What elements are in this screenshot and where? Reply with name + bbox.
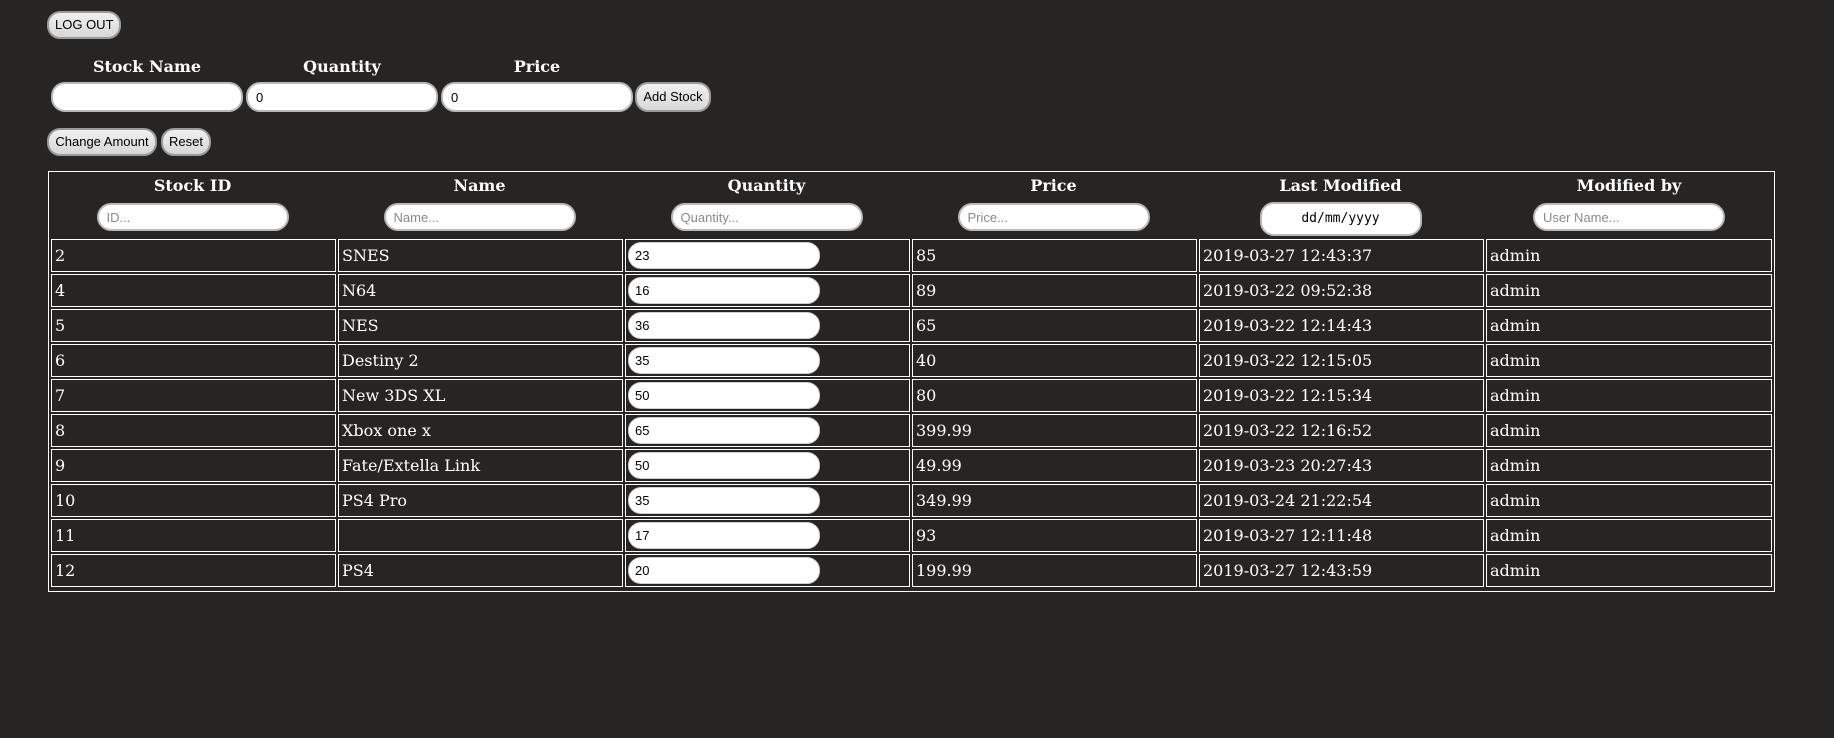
user-filter-input[interactable]: [1533, 203, 1725, 231]
stock-name-label: Stock Name: [92, 57, 202, 76]
column-title: Modified by: [1576, 176, 1682, 195]
modified-by-cell: admin: [1486, 554, 1772, 587]
column-title: Last Modified: [1279, 176, 1402, 195]
logout-button[interactable]: LOG OUT: [47, 11, 121, 39]
column-header-last-modified: Last Modified dd/mm/yyyy: [1197, 172, 1484, 238]
price-cell: 49.99: [912, 449, 1197, 482]
quantity-cell: [625, 239, 910, 272]
quantity-cell: [625, 414, 910, 447]
stock-id-cell: 6: [51, 344, 336, 377]
name-cell: [338, 519, 623, 552]
quantity-input[interactable]: [628, 242, 820, 269]
last-modified-cell: 2019-03-22 12:14:43: [1199, 309, 1484, 342]
quantity-cell: [625, 484, 910, 517]
quantity-input[interactable]: [628, 347, 820, 374]
stock-id-cell: 9: [51, 449, 336, 482]
name-cell: N64: [338, 274, 623, 307]
last-modified-cell: 2019-03-24 21:22:54: [1199, 484, 1484, 517]
modified-by-cell: admin: [1486, 379, 1772, 412]
stock-id-cell: 7: [51, 379, 336, 412]
price-cell: 349.99: [912, 484, 1197, 517]
add-stock-button[interactable]: Add Stock: [635, 82, 711, 112]
column-header-name: Name: [336, 172, 623, 238]
name-filter-input[interactable]: [383, 203, 576, 231]
price-cell: 65: [912, 309, 1197, 342]
column-title: Price: [1030, 176, 1077, 195]
price-cell: 89: [912, 274, 1197, 307]
price-cell: 199.99: [912, 554, 1197, 587]
quantity-cell: [625, 274, 910, 307]
name-cell: New 3DS XL: [338, 379, 623, 412]
name-cell: NES: [338, 309, 623, 342]
modified-by-cell: admin: [1486, 309, 1772, 342]
last-modified-cell: 2019-03-27 12:43:59: [1199, 554, 1484, 587]
stock-id-cell: 5: [51, 309, 336, 342]
last-modified-cell: 2019-03-22 12:16:52: [1199, 414, 1484, 447]
name-cell: Xbox one x: [338, 414, 623, 447]
column-header-modified-by: Modified by: [1484, 172, 1774, 238]
reset-button[interactable]: Reset: [161, 128, 211, 156]
last-modified-cell: 2019-03-22 12:15:05: [1199, 344, 1484, 377]
stock-id-cell: 8: [51, 414, 336, 447]
modified-by-cell: admin: [1486, 414, 1772, 447]
date-filter-input[interactable]: dd/mm/yyyy: [1259, 202, 1422, 236]
quantity-input[interactable]: [628, 417, 820, 444]
column-header-stock-id: Stock ID: [49, 172, 336, 238]
name-cell: PS4: [338, 554, 623, 587]
quantity-cell: [625, 449, 910, 482]
price-cell: 85: [912, 239, 1197, 272]
quantity-input[interactable]: [628, 487, 820, 514]
column-title: Stock ID: [153, 176, 232, 195]
quantity-filter-input[interactable]: [670, 203, 863, 231]
quantity-input[interactable]: [246, 82, 438, 112]
modified-by-cell: admin: [1486, 344, 1772, 377]
name-cell: SNES: [338, 239, 623, 272]
name-cell: PS4 Pro: [338, 484, 623, 517]
name-cell: Destiny 2: [338, 344, 623, 377]
stock-table: Stock ID Name Quantity Price Last Modifi…: [48, 171, 1775, 592]
stock-id-cell: 10: [51, 484, 336, 517]
modified-by-cell: admin: [1486, 449, 1772, 482]
price-input[interactable]: [441, 82, 633, 112]
modified-by-cell: admin: [1486, 519, 1772, 552]
quantity-cell: [625, 379, 910, 412]
change-amount-button[interactable]: Change Amount: [47, 128, 157, 156]
quantity-label: Quantity: [303, 57, 381, 76]
last-modified-cell: 2019-03-27 12:43:37: [1199, 239, 1484, 272]
column-header-price: Price: [910, 172, 1197, 238]
column-title: Name: [453, 176, 506, 195]
quantity-cell: [625, 519, 910, 552]
last-modified-cell: 2019-03-27 12:11:48: [1199, 519, 1484, 552]
modified-by-cell: admin: [1486, 274, 1772, 307]
quantity-cell: [625, 344, 910, 377]
price-cell: 40: [912, 344, 1197, 377]
quantity-input[interactable]: [628, 452, 820, 479]
column-header-quantity: Quantity: [623, 172, 910, 238]
stock-id-cell: 4: [51, 274, 336, 307]
name-cell: Fate/Extella Link: [338, 449, 623, 482]
quantity-input[interactable]: [628, 522, 820, 549]
stock-name-input[interactable]: [51, 82, 243, 112]
quantity-cell: [625, 309, 910, 342]
price-cell: 93: [912, 519, 1197, 552]
quantity-input[interactable]: [628, 382, 820, 409]
price-cell: 399.99: [912, 414, 1197, 447]
price-label: Price: [513, 57, 561, 76]
price-filter-input[interactable]: [957, 203, 1150, 231]
quantity-input[interactable]: [628, 557, 820, 584]
id-filter-input[interactable]: [96, 203, 289, 231]
price-cell: 80: [912, 379, 1197, 412]
stock-id-cell: 2: [51, 239, 336, 272]
modified-by-cell: admin: [1486, 239, 1772, 272]
quantity-cell: [625, 554, 910, 587]
quantity-input[interactable]: [628, 312, 820, 339]
last-modified-cell: 2019-03-23 20:27:43: [1199, 449, 1484, 482]
column-title: Quantity: [727, 176, 806, 195]
stock-id-cell: 12: [51, 554, 336, 587]
stock-id-cell: 11: [51, 519, 336, 552]
modified-by-cell: admin: [1486, 484, 1772, 517]
last-modified-cell: 2019-03-22 09:52:38: [1199, 274, 1484, 307]
last-modified-cell: 2019-03-22 12:15:34: [1199, 379, 1484, 412]
quantity-input[interactable]: [628, 277, 820, 304]
